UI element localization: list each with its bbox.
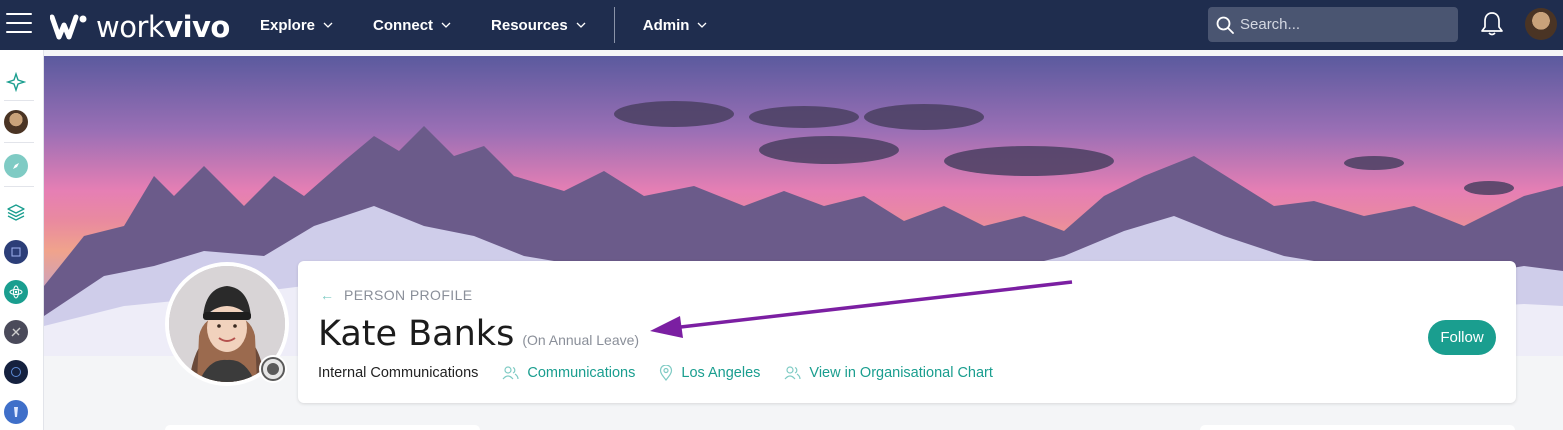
people-icon <box>784 366 802 380</box>
top-navigation-bar: workvivo Explore Connect Resources Admin <box>0 0 1563 50</box>
arrow-left-icon: ← <box>320 287 334 303</box>
current-user-avatar[interactable] <box>1525 8 1557 40</box>
person-name: Kate Banks <box>318 314 515 354</box>
sparkle-icon[interactable] <box>4 70 28 94</box>
profile-header-card: ← PERSON PROFILE Kate Banks (On Annual L… <box>298 261 1516 403</box>
nav-explore[interactable]: Explore <box>260 17 333 34</box>
space-icon-1[interactable] <box>4 240 28 264</box>
people-icon <box>502 366 519 380</box>
section-label: PERSON PROFILE <box>344 287 473 303</box>
search-input[interactable] <box>1240 16 1440 33</box>
nav-resources[interactable]: Resources <box>491 17 586 34</box>
space-icon-3[interactable] <box>4 360 28 384</box>
chevron-down-icon <box>323 22 333 28</box>
content-card <box>1200 425 1515 430</box>
location-link[interactable]: Los Angeles <box>659 365 760 381</box>
presence-status-indicator <box>259 355 287 383</box>
workvivo-logo-icon <box>50 14 87 40</box>
nav-connect[interactable]: Connect <box>373 17 451 34</box>
user-avatar[interactable] <box>4 110 28 134</box>
main-nav: Explore Connect Resources Admin <box>260 0 747 50</box>
follow-button[interactable]: Follow <box>1428 320 1496 355</box>
space-icon-4[interactable] <box>4 400 28 424</box>
search-box[interactable] <box>1208 7 1458 42</box>
menu-icon[interactable] <box>6 13 32 35</box>
chevron-down-icon <box>441 22 451 28</box>
space-icon-2[interactable] <box>4 320 28 344</box>
notifications-bell-icon[interactable] <box>1480 11 1504 37</box>
profile-meta: Internal Communications Communications L… <box>318 365 1017 381</box>
search-icon <box>1216 16 1234 34</box>
chevron-down-icon <box>697 22 707 28</box>
nav-divider <box>613 7 615 43</box>
nav-admin[interactable]: Admin <box>643 17 708 34</box>
org-chart-link[interactable]: View in Organisational Chart <box>784 365 993 381</box>
location-pin-icon <box>660 365 673 381</box>
atom-icon[interactable] <box>4 280 28 304</box>
name-row: Kate Banks (On Annual Leave) <box>318 314 639 354</box>
team-link[interactable]: Communications <box>502 365 635 381</box>
chevron-down-icon <box>576 22 586 28</box>
content-card <box>165 425 480 430</box>
compass-icon[interactable] <box>4 154 28 178</box>
brand-name: workvivo <box>96 10 230 44</box>
job-title: Internal Communications <box>318 365 479 381</box>
left-rail <box>0 50 44 430</box>
back-to-person-profile-link[interactable]: ← PERSON PROFILE <box>320 287 473 303</box>
leave-status: (On Annual Leave) <box>522 332 640 348</box>
app-logo[interactable]: workvivo <box>50 10 230 44</box>
layers-icon[interactable] <box>4 200 28 224</box>
